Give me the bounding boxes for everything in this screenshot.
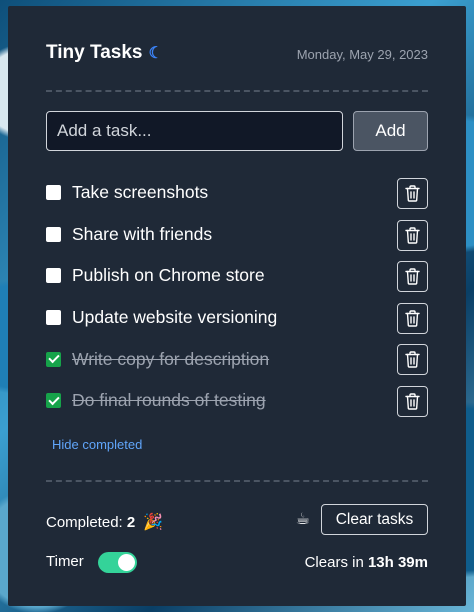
task-item: Publish on Chrome store [46,255,428,297]
timer-toggle[interactable] [98,552,137,573]
toggle-knob [118,554,135,571]
delete-button[interactable] [397,385,428,417]
delete-button[interactable] [397,261,428,293]
task-checkbox-checked[interactable] [46,351,61,367]
task-item-completed: Do final rounds of testing [46,380,428,422]
trash-icon [405,185,420,202]
moon-icon[interactable]: ☾ [148,45,162,62]
task-input[interactable] [46,111,343,151]
completed-summary: Completed: 2 🎉 [46,512,163,532]
timer-row: Timer Clears in 13h 39m [46,550,428,574]
header: Tiny Tasks ☾ Monday, May 29, 2023 [46,42,428,78]
task-checkbox[interactable] [46,310,61,326]
task-item: Share with friends [46,214,428,256]
task-label: Update website versioning [72,307,278,328]
add-task-row: Add [46,111,428,151]
trash-icon [405,351,420,369]
task-checkbox[interactable] [46,226,61,242]
current-date: Monday, May 29, 2023 [296,47,428,62]
clears-in: Clears in 13h 39m [305,554,428,571]
delete-button[interactable] [397,219,428,251]
trash-icon [405,226,420,244]
task-item: Take screenshots [46,172,428,214]
trash-icon [405,310,420,327]
clears-in-label: Clears in [304,554,364,571]
task-label: Share with friends [72,223,213,244]
divider-top [46,90,428,92]
task-checkbox[interactable] [46,268,61,284]
coffee-icon[interactable]: ☕ [296,509,310,528]
delete-button[interactable] [397,344,428,376]
app-title-text: Tiny Tasks [46,42,143,63]
clears-in-value: 13h 39m [367,554,428,571]
trash-icon [405,268,420,285]
task-item: Update website versioning [46,297,428,339]
task-label: Write copy for description [72,348,270,369]
task-item-completed: Write copy for description [46,338,428,380]
delete-button[interactable] [397,302,428,334]
delete-button[interactable] [397,178,428,209]
task-label: Take screenshots [72,182,209,203]
party-icon: 🎉 [143,514,164,531]
app-title: Tiny Tasks ☾ [46,42,163,64]
task-checkbox-checked[interactable] [46,393,61,409]
hide-completed-link[interactable]: Hide completed [52,437,142,452]
task-label: Do final rounds of testing [72,390,266,411]
completed-count: 2 [126,514,136,531]
timer-label: Timer [46,553,84,570]
completed-row: Completed: 2 🎉 ☕ Clear tasks [46,504,428,536]
clear-tasks-button[interactable]: Clear tasks [321,504,428,535]
trash-icon [405,393,420,410]
divider-bottom [46,480,428,482]
add-button[interactable]: Add [353,111,428,151]
popup-panel: Tiny Tasks ☾ Monday, May 29, 2023 Add Tak… [8,6,466,606]
task-list: Take screenshots Share with friends Publ… [46,172,428,422]
task-label: Publish on Chrome store [72,265,265,286]
completed-label: Completed: [46,514,123,531]
task-checkbox[interactable] [46,185,61,201]
